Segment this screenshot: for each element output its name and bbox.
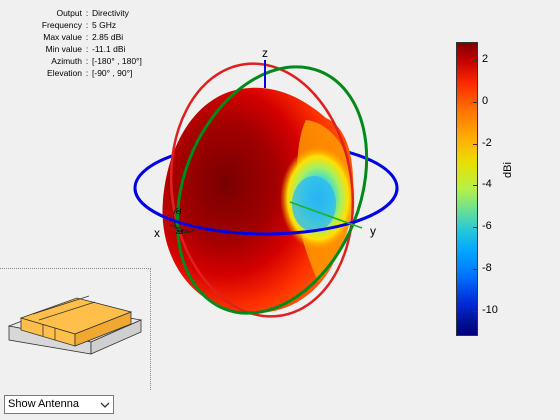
y-axis-label: y [370, 224, 376, 238]
colorbar-tick-mark [473, 185, 477, 187]
el-label: el [176, 209, 182, 216]
colorbar-tick-label: -10 [482, 303, 498, 316]
colorbar-tick-label: -4 [482, 178, 492, 191]
colorbar-tick-mark [473, 101, 477, 103]
colorbar-tick-mark [473, 143, 477, 145]
colorbar-tick-label: -6 [482, 220, 492, 233]
x-axis-label: x [154, 226, 160, 240]
colorbar [456, 42, 478, 336]
z-axis-label: z [262, 46, 268, 60]
az-label: az [176, 229, 184, 236]
colorbar-tick-label: 2 [482, 52, 489, 65]
colorbar-tick-label: -8 [482, 262, 492, 275]
colorbar-tick-mark [473, 310, 477, 312]
chevron-down-icon [100, 402, 110, 408]
colorbar-tick-mark [473, 269, 477, 271]
colorbar-tick-label: 0 [482, 94, 489, 107]
colorbar-tick-mark [473, 59, 477, 61]
antenna-display-select[interactable]: Show Antenna [4, 395, 114, 414]
colorbar-tick-label: -2 [482, 136, 492, 149]
antenna-icon [7, 295, 143, 355]
pattern-null-core [292, 176, 336, 232]
colorbar-unit-label: dBi [502, 162, 514, 178]
select-value: Show Antenna [8, 398, 79, 410]
colorbar-tick-mark [473, 227, 477, 229]
